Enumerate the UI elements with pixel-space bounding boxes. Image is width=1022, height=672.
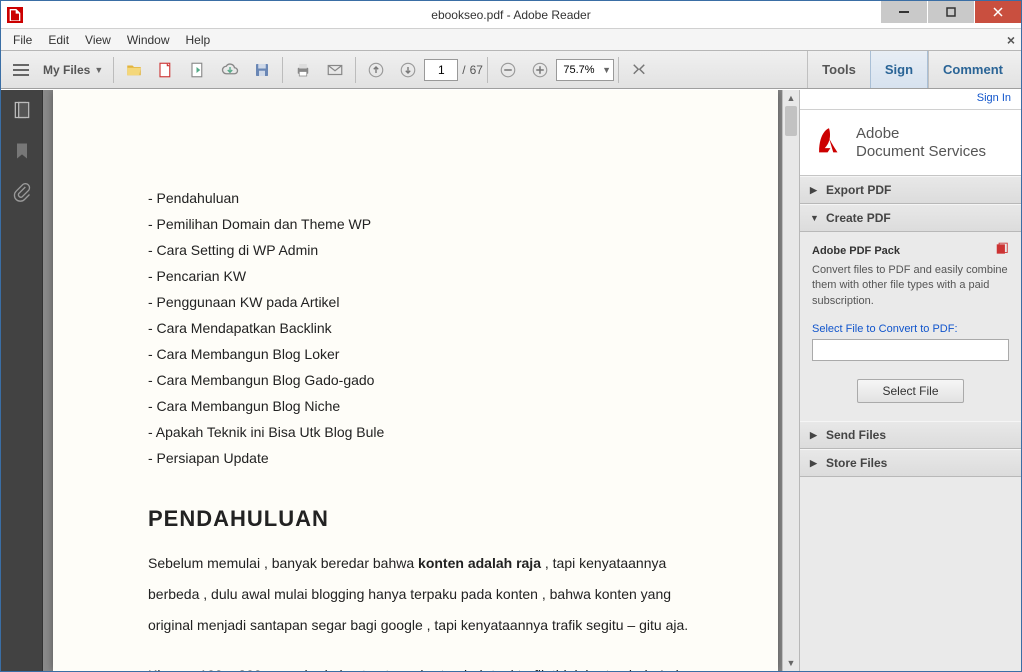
select-file-label: Select File to Convert to PDF: [812,323,1009,335]
window-controls [880,1,1021,23]
doc-paragraph: Kisaran 100 – 200 uv perhari , konten te… [148,660,718,671]
close-button[interactable] [975,1,1021,23]
select-file-input[interactable] [812,339,1009,361]
scroll-thumb[interactable] [785,106,797,136]
accordion-export-pdf[interactable]: ▶ Export PDF [800,176,1021,204]
toc-item: - Cara Setting di WP Admin [148,242,718,258]
toc-item: - Apakah Teknik ini Bisa Utk Blog Bule [148,424,718,440]
scroll-up-icon[interactable]: ▲ [783,90,799,106]
menu-view[interactable]: View [77,31,119,49]
toc-item: - Pemilihan Domain dan Theme WP [148,216,718,232]
open-icon[interactable] [119,55,149,85]
prev-page-icon[interactable] [361,55,391,85]
tools-panel: Sign In Adobe Document Services ▶ Export… [799,90,1021,671]
save-icon[interactable] [247,55,277,85]
export-pdf-icon[interactable] [183,55,213,85]
tab-tools[interactable]: Tools [807,51,870,88]
select-file-button[interactable]: Select File [857,379,963,403]
pdf-pack-title: Adobe PDF Pack [812,245,900,257]
pdf-pack-icon [995,242,1009,259]
page-number-input[interactable] [424,59,458,81]
menu-icon[interactable] [6,55,36,85]
adobe-logo-icon [812,124,846,161]
toc-item: - Pendahuluan [148,190,718,206]
doc-heading: PENDAHULUAN [148,506,718,532]
page-separator: / [462,63,465,77]
minimize-button[interactable] [881,1,927,23]
tab-comment[interactable]: Comment [928,51,1017,88]
caret-right-icon: ▶ [810,430,820,441]
document-page: - Pendahuluan - Pemilihan Domain dan Them… [53,90,778,671]
vertical-scrollbar[interactable]: ▲ ▼ [782,90,799,671]
menu-file[interactable]: File [5,31,40,49]
toolbar: My Files ▼ / 67 ▼ Tools Sign Comment [1,51,1021,89]
create-pdf-body: Adobe PDF Pack Convert files to PDF and … [800,232,1021,421]
cloud-icon[interactable] [215,55,245,85]
menu-window[interactable]: Window [119,31,178,49]
titlebar: ebookseo.pdf - Adobe Reader [1,1,1021,29]
toc-item: - Cara Membangun Blog Gado-gado [148,372,718,388]
toc-item: - Penggunaan KW pada Artikel [148,294,718,310]
toc-item: - Persiapan Update [148,450,718,466]
accordion-store-files[interactable]: ▶ Store Files [800,449,1021,477]
app-icon [7,7,23,23]
doc-paragraph: Sebelum memulai , banyak beredar bahwa k… [148,548,718,640]
menu-help[interactable]: Help [178,31,219,49]
email-icon[interactable] [320,55,350,85]
adobe-services-line2: Document Services [856,143,986,161]
maximize-button[interactable] [928,1,974,23]
adobe-services-banner: Adobe Document Services [800,110,1021,176]
print-icon[interactable] [288,55,318,85]
menu-edit[interactable]: Edit [40,31,77,49]
accordion-create-pdf[interactable]: ▼ Create PDF [800,204,1021,232]
menubar: File Edit View Window Help × [1,29,1021,51]
zoom-in-icon[interactable] [525,55,555,85]
tab-sign[interactable]: Sign [870,51,928,88]
caret-down-icon: ▼ [810,213,820,223]
adobe-services-line1: Adobe [856,125,986,143]
bookmark-icon[interactable] [12,141,32,164]
next-page-icon[interactable] [393,55,423,85]
thumbnails-icon[interactable] [12,100,32,123]
document-viewport[interactable]: - Pendahuluan - Pemilihan Domain dan Them… [43,90,782,671]
zoom-out-icon[interactable] [493,55,523,85]
my-files-button[interactable]: My Files ▼ [37,55,109,85]
toc-item: - Pencarian KW [148,268,718,284]
caret-right-icon: ▶ [810,185,820,196]
page-total: 67 [470,63,483,77]
create-pdf-icon[interactable] [151,55,181,85]
caret-right-icon: ▶ [810,458,820,469]
toc-item: - Cara Membangun Blog Niche [148,398,718,414]
window-title: ebookseo.pdf - Adobe Reader [1,8,1021,22]
read-mode-icon[interactable] [624,55,654,85]
accordion-send-files[interactable]: ▶ Send Files [800,421,1021,449]
scroll-down-icon[interactable]: ▼ [783,655,799,671]
attachment-icon[interactable] [12,182,32,205]
toc-item: - Cara Membangun Blog Loker [148,346,718,362]
zoom-level-input[interactable] [556,59,614,81]
nav-rail [1,90,43,671]
pdf-pack-desc: Convert files to PDF and easily combine … [812,263,1009,309]
document-close-icon[interactable]: × [1007,32,1015,48]
toc-item: - Cara Mendapatkan Backlink [148,320,718,336]
chevron-down-icon: ▼ [94,65,103,75]
my-files-label: My Files [43,63,90,77]
sign-in-link[interactable]: Sign In [800,90,1021,110]
content-area: - Pendahuluan - Pemilihan Domain dan Them… [1,90,1021,671]
